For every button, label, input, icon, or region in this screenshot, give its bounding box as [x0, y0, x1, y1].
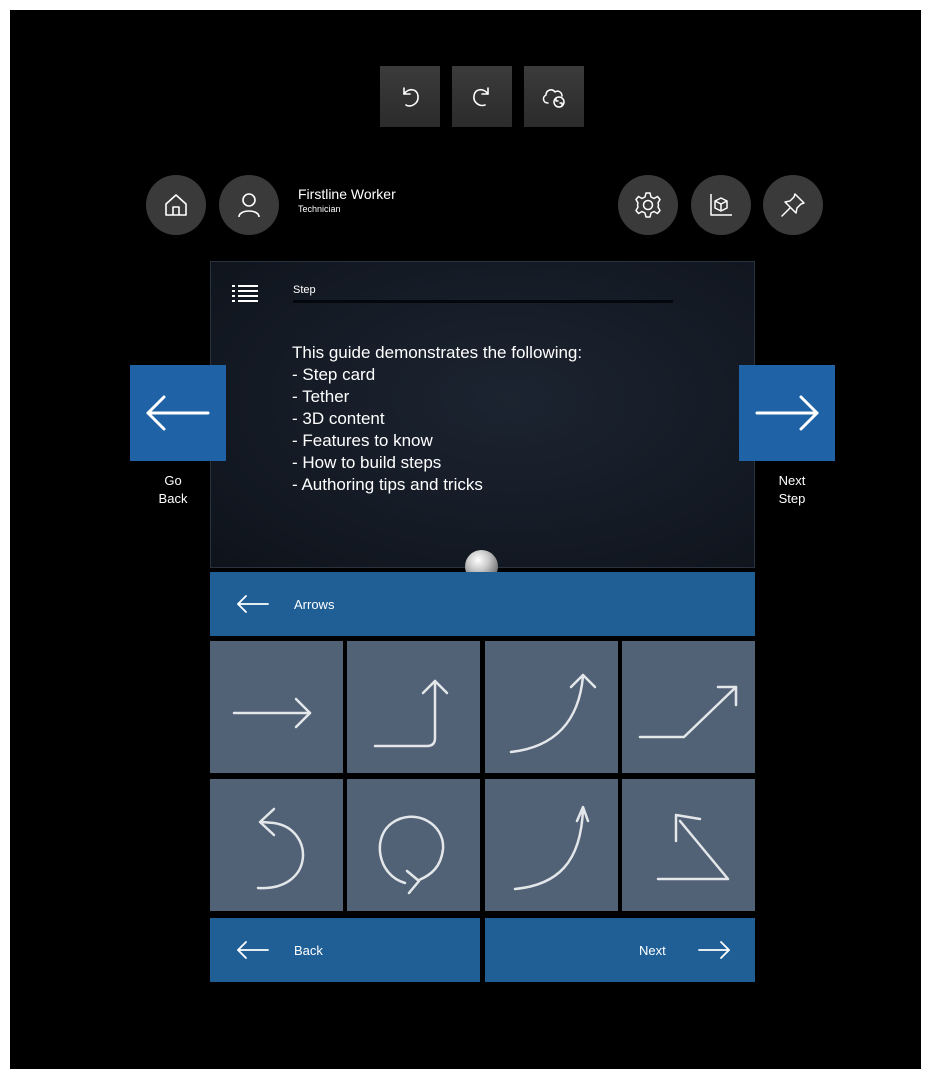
arrow-tile-elbow-up[interactable] — [347, 641, 480, 773]
arrows-panel-title: Arrows — [294, 597, 335, 612]
angled-up-arrow-icon — [638, 685, 738, 739]
person-icon — [238, 193, 260, 218]
arrow-tile-angled-back[interactable] — [622, 779, 755, 911]
next-step-button[interactable] — [739, 365, 835, 461]
u-turn-arrow-icon — [256, 807, 305, 890]
cube-icon — [710, 194, 732, 216]
step-label: Step — [293, 284, 316, 296]
go-back-button[interactable] — [130, 365, 226, 461]
redo-icon — [473, 86, 489, 106]
go-back-label: Go Back — [158, 473, 188, 506]
cloud-sync-button[interactable] — [524, 66, 584, 127]
rotate-arrow-icon — [378, 815, 445, 895]
arrow-left-icon — [237, 941, 269, 959]
arrow-tile-straight[interactable] — [210, 641, 343, 773]
step-progress-bar — [293, 300, 673, 303]
avatar[interactable] — [219, 175, 279, 235]
arrow-right-icon — [698, 941, 730, 959]
step-line: - Features to know — [292, 431, 433, 450]
pin-icon — [781, 193, 805, 217]
straight-arrow-icon — [232, 697, 312, 729]
arrow-tile-angled-up[interactable] — [622, 641, 755, 773]
arrow-left-icon — [146, 395, 210, 431]
undo-button[interactable] — [380, 66, 440, 127]
3d-content-button[interactable] — [691, 175, 751, 235]
arrow-tile-curved-up-thin[interactable] — [485, 779, 618, 911]
gear-icon — [635, 192, 661, 218]
next-button[interactable]: Next — [485, 918, 755, 982]
step-line: - Step card — [292, 365, 376, 384]
back-button[interactable]: Back — [210, 918, 480, 982]
step-line: - How to build steps — [292, 453, 442, 472]
list-icon[interactable] — [231, 282, 259, 306]
cloud-sync-icon — [542, 88, 565, 108]
step-line: This guide demonstrates the following: — [292, 343, 583, 362]
step-line: - 3D content — [292, 409, 385, 428]
home-button[interactable] — [146, 175, 206, 235]
next-step-label: Next Step — [778, 473, 806, 506]
step-description: This guide demonstrates the following: -… — [292, 342, 712, 496]
user-name: Firstline Worker — [298, 186, 396, 202]
next-label: Next — [639, 943, 666, 958]
back-label: Back — [294, 943, 323, 958]
arrow-tile-u-turn[interactable] — [210, 779, 343, 911]
curved-up-arrow-icon — [509, 673, 597, 754]
app-canvas: Firstline Worker Technician Step This gu… — [10, 10, 921, 1069]
arrow-right-icon — [755, 395, 819, 431]
arrows-panel-header: Arrows — [210, 572, 755, 636]
redo-button[interactable] — [452, 66, 512, 127]
step-card: Step This guide demonstrates the followi… — [210, 261, 755, 568]
back-arrow-icon[interactable] — [234, 594, 270, 614]
step-line: - Tether — [292, 387, 350, 406]
curved-up-thin-arrow-icon — [513, 805, 590, 891]
undo-icon — [403, 86, 419, 107]
home-icon — [165, 194, 187, 216]
step-line: - Authoring tips and tricks — [292, 475, 483, 494]
elbow-up-arrow-icon — [373, 679, 449, 748]
arrow-tile-rotate[interactable] — [347, 779, 480, 911]
angled-back-arrow-icon — [656, 813, 730, 881]
user-role: Technician — [298, 204, 341, 214]
settings-button[interactable] — [618, 175, 678, 235]
pin-button[interactable] — [763, 175, 823, 235]
arrow-tile-curved-up[interactable] — [485, 641, 618, 773]
